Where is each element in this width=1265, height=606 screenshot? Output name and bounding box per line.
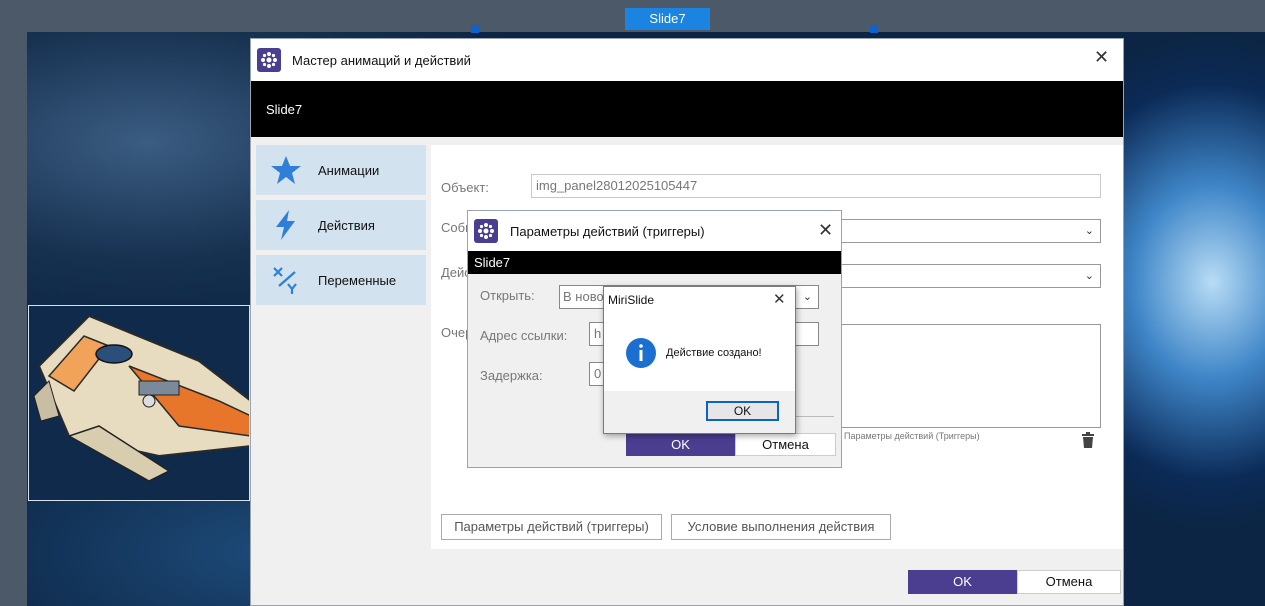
message-footer: OK xyxy=(604,391,795,433)
selection-handle[interactable] xyxy=(870,25,878,33)
triggers-caption: Параметры действий (Триггеры) xyxy=(844,431,980,441)
variables-icon xyxy=(273,267,297,294)
chevron-down-icon: ⌄ xyxy=(802,291,812,303)
ok-button[interactable]: OK xyxy=(908,570,1017,594)
app-logo-icon xyxy=(257,48,281,72)
object-field[interactable]: img_panel28012025105447 xyxy=(531,174,1101,198)
close-icon[interactable]: ✕ xyxy=(818,220,833,241)
slide-banner: Slide7 xyxy=(468,251,841,274)
dialog-title: Параметры действий (триггеры) xyxy=(510,223,705,239)
lightning-icon xyxy=(276,210,295,240)
message-titlebar[interactable]: MiriSlide xyxy=(604,287,795,313)
object-label: Объект: xyxy=(441,180,489,195)
message-text: Действие создано! xyxy=(666,347,762,359)
spaceship-image xyxy=(29,306,249,500)
chevron-down-icon: ⌄ xyxy=(1084,225,1094,237)
app-logo-icon xyxy=(474,219,498,243)
slide-banner: Slide7 xyxy=(251,81,1123,137)
dialog-titlebar[interactable]: Параметры действий (триггеры) xyxy=(468,211,841,251)
trash-icon[interactable] xyxy=(1081,432,1095,448)
action-condition-button[interactable]: Условие выполнения действия xyxy=(671,514,891,540)
info-icon xyxy=(626,338,656,368)
ok-button[interactable]: OK xyxy=(706,401,779,421)
message-title: MiriSlide xyxy=(608,293,655,307)
sidebar-item-label: Анимации xyxy=(318,162,380,178)
close-icon[interactable]: ✕ xyxy=(773,290,786,308)
dialog-titlebar[interactable]: Мастер анимаций и действий xyxy=(251,39,1123,81)
sidebar-item-actions[interactable]: Действия xyxy=(256,200,426,250)
open-label: Открыть: xyxy=(480,288,535,303)
slide-tab[interactable]: Slide7 xyxy=(625,8,710,30)
star-icon xyxy=(271,156,301,184)
cancel-button[interactable]: Отмена xyxy=(1017,570,1121,594)
selection-handle[interactable] xyxy=(471,25,479,33)
close-icon[interactable]: ✕ xyxy=(1094,47,1109,68)
sidebar-item-label: Переменные xyxy=(318,272,397,288)
sidebar-item-animations[interactable]: Анимации xyxy=(256,145,426,195)
dialog-title: Мастер анимаций и действий xyxy=(292,52,471,68)
sidebar: Анимации Действия Переменные xyxy=(256,145,426,310)
open-mode-value: В ново xyxy=(563,289,604,304)
url-label: Адрес ссылки: xyxy=(480,328,568,343)
chevron-down-icon: ⌄ xyxy=(1084,270,1094,282)
cancel-button[interactable]: Отмена xyxy=(735,433,836,456)
selected-image[interactable] xyxy=(28,305,250,501)
delay-label: Задержка: xyxy=(480,368,543,383)
sidebar-item-label: Действия xyxy=(318,217,375,233)
slide-banner-text: Slide7 xyxy=(266,101,303,117)
trigger-params-button[interactable]: Параметры действий (триггеры) xyxy=(441,514,662,540)
slide-banner-text: Slide7 xyxy=(474,255,511,270)
sidebar-item-variables[interactable]: Переменные xyxy=(256,255,426,305)
ok-button[interactable]: OK xyxy=(626,433,735,456)
message-box: MiriSlide ✕ Действие создано! OK xyxy=(603,286,796,434)
